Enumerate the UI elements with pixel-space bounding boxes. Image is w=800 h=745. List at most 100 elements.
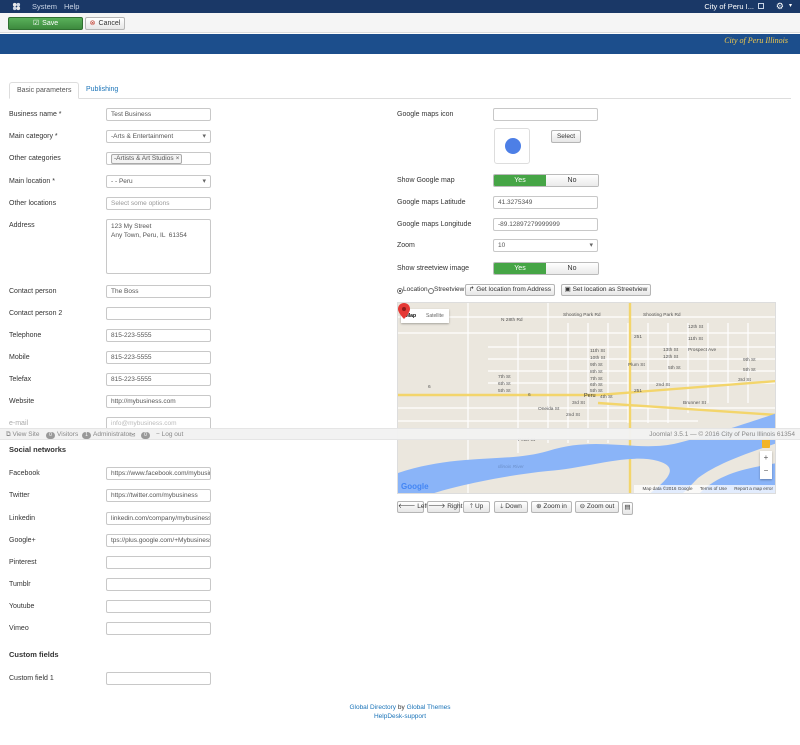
map-label-9th: 9th St [590,363,603,368]
header-band: City of Peru Illinois [0,34,800,54]
show-map-toggle[interactable]: Yes No [493,174,599,187]
map-type-satellite[interactable]: Satellite [421,309,449,323]
get-location-button[interactable]: ↱ Get location from Address [465,284,555,296]
menu-help[interactable]: Help [64,2,79,11]
map-right-button[interactable]: 🡒 Right [427,501,462,513]
map-down-button[interactable]: 🡓 Down [494,501,528,513]
map-up-label: Up [474,503,484,510]
main-location-value: - - Peru [111,178,133,185]
streetview-radio-label: Streetview [434,286,465,293]
main-location-select[interactable]: - - Peru [106,175,211,188]
map-up-button[interactable]: 🡑 Up [463,501,490,513]
marker-preview [494,128,530,164]
footer-by-text: by [397,704,405,711]
facebook-input[interactable]: https://www.facebook.com/mybusin [106,467,211,480]
custom-field-1-input[interactable] [106,672,211,685]
contact-person-input[interactable]: The Boss [106,285,211,298]
address-textarea[interactable]: 123 My Street Any Town, Peru, IL 61354 [106,219,211,274]
logout-link[interactable]: − Log out [156,431,183,438]
footer-helpdesk-link[interactable]: HelpDesk-support [0,712,800,721]
googleplus-input[interactable]: tps://plus.google.com/+Mybusiness [106,534,211,547]
mobile-input[interactable]: 815-223-5555 [106,351,211,364]
map-zoom-control[interactable]: + − [760,451,772,479]
map-label-2nd-right: 2nd St [656,383,670,388]
footer-global-themes-link[interactable]: Global Themes [407,704,451,711]
joomla-logo-icon[interactable] [12,2,21,11]
longitude-input[interactable]: -89.12897279999999 [493,218,598,231]
pinterest-label: Pinterest [9,559,37,566]
zoom-select[interactable]: 10 [493,239,598,252]
messages-icon[interactable]: ✉ [130,431,135,439]
map-zoom-in-button[interactable]: + [760,451,772,464]
zoom-label: Zoom [397,242,415,249]
set-streetview-button[interactable]: ▣ Set location as Streetview [561,284,651,296]
website-input[interactable]: http://mybusiness.com [106,395,211,408]
pinterest-input[interactable] [106,556,211,569]
tab-publishing[interactable]: Publishing [79,82,125,99]
admin-label: Administrator [93,431,132,438]
maps-icon-label: Google maps icon [397,111,454,118]
streetview-yes[interactable]: Yes [494,263,546,274]
contact-person-2-input[interactable] [106,307,211,320]
zoom-in-icon: ⊕ [536,503,542,510]
map-label-10th: 10th St [590,356,606,361]
select-icon-button[interactable]: Select [551,130,581,143]
terms-of-use-link[interactable]: Terms of Use [700,486,727,491]
map-zoom-out-button[interactable]: − [760,464,772,477]
contact-person-label: Contact person [9,288,57,295]
map-marker-icon[interactable] [398,303,410,319]
arrow-left-icon: 🡐 [398,503,416,510]
linkedin-input[interactable]: linkedin.com/company/mybusiness [106,512,211,525]
tab-basic-parameters[interactable]: Basic parameters [9,82,80,99]
gear-icon[interactable]: ⚙ [776,1,784,12]
streetview-no[interactable]: No [546,263,598,274]
tumblr-input[interactable] [106,578,211,591]
admin-status[interactable]: 1 Administrator [82,431,131,439]
messages-status[interactable]: 0 [141,431,152,439]
map-label-shooting-park-right: Shooting Park Rd [643,313,681,318]
view-site-link[interactable]: ⧉ View Site [6,431,39,439]
map-label-2nd: 2nd St [566,413,580,418]
business-name-input[interactable]: Test Business [106,108,211,121]
main-category-select[interactable]: -Arts & Entertainment [106,130,211,143]
logout-label: Log out [161,431,184,438]
telefax-input[interactable]: 815-223-5555 [106,373,211,386]
chip-remove-icon[interactable]: × [176,155,180,162]
map-label-7th: 7th St [590,377,603,382]
other-locations-label: Other locations [9,200,57,207]
telephone-input[interactable]: 815-223-5555 [106,329,211,342]
cancel-button[interactable]: ⊗ Cancel [85,17,125,30]
map-label-5th-right: 5th St [668,366,681,371]
save-button[interactable]: ☑ Save [8,17,83,30]
tab-bar: Basic parameters Publishing [9,82,791,99]
streetview-toggle[interactable]: Yes No [493,262,599,275]
twitter-input[interactable]: https://twitter.com/mybusiness [106,489,211,502]
map-zoom-out-nav-button[interactable]: ⊖ Zoom out [575,501,619,513]
map-zoom-in-nav-button[interactable]: ⊕ Zoom in [531,501,572,513]
main-category-value: -Arts & Entertainment [111,133,174,140]
show-map-yes[interactable]: Yes [494,175,546,186]
show-map-no[interactable]: No [546,175,598,186]
menu-system[interactable]: System [32,2,57,11]
latitude-input[interactable]: 41.3275349 [493,196,598,209]
footer-global-directory-link[interactable]: Global Directory [349,704,396,711]
caret-down-icon[interactable]: ▾ [789,2,792,9]
map-label-river: Illinois River [498,465,524,470]
youtube-label: Youtube [9,603,35,610]
youtube-input[interactable] [106,600,211,613]
vimeo-input[interactable] [106,622,211,635]
other-locations-input[interactable]: Select some options [106,197,211,210]
report-error-link[interactable]: Report a map error [734,486,773,491]
business-name-label: Business name * [9,111,62,118]
maps-icon-input[interactable] [493,108,598,121]
cancel-icon: ⊗ [89,20,96,27]
visitors-status[interactable]: 0 Visitors [46,431,78,439]
google-map[interactable]: Map Satellite N 28th Rd Shooting Park Rd… [397,302,776,494]
map-label-5th-right-2: 5th St [743,368,756,373]
visitors-label: Visitors [57,431,79,438]
map-document-icon[interactable]: ▤ [622,502,633,515]
site-link[interactable]: City of Peru I... [704,2,754,11]
map-left-button[interactable]: 🡐 Left [397,501,428,513]
map-label-n28th: N 28th Rd [501,318,523,323]
other-categories-input[interactable]: -Artists & Art Studios × [106,152,211,165]
